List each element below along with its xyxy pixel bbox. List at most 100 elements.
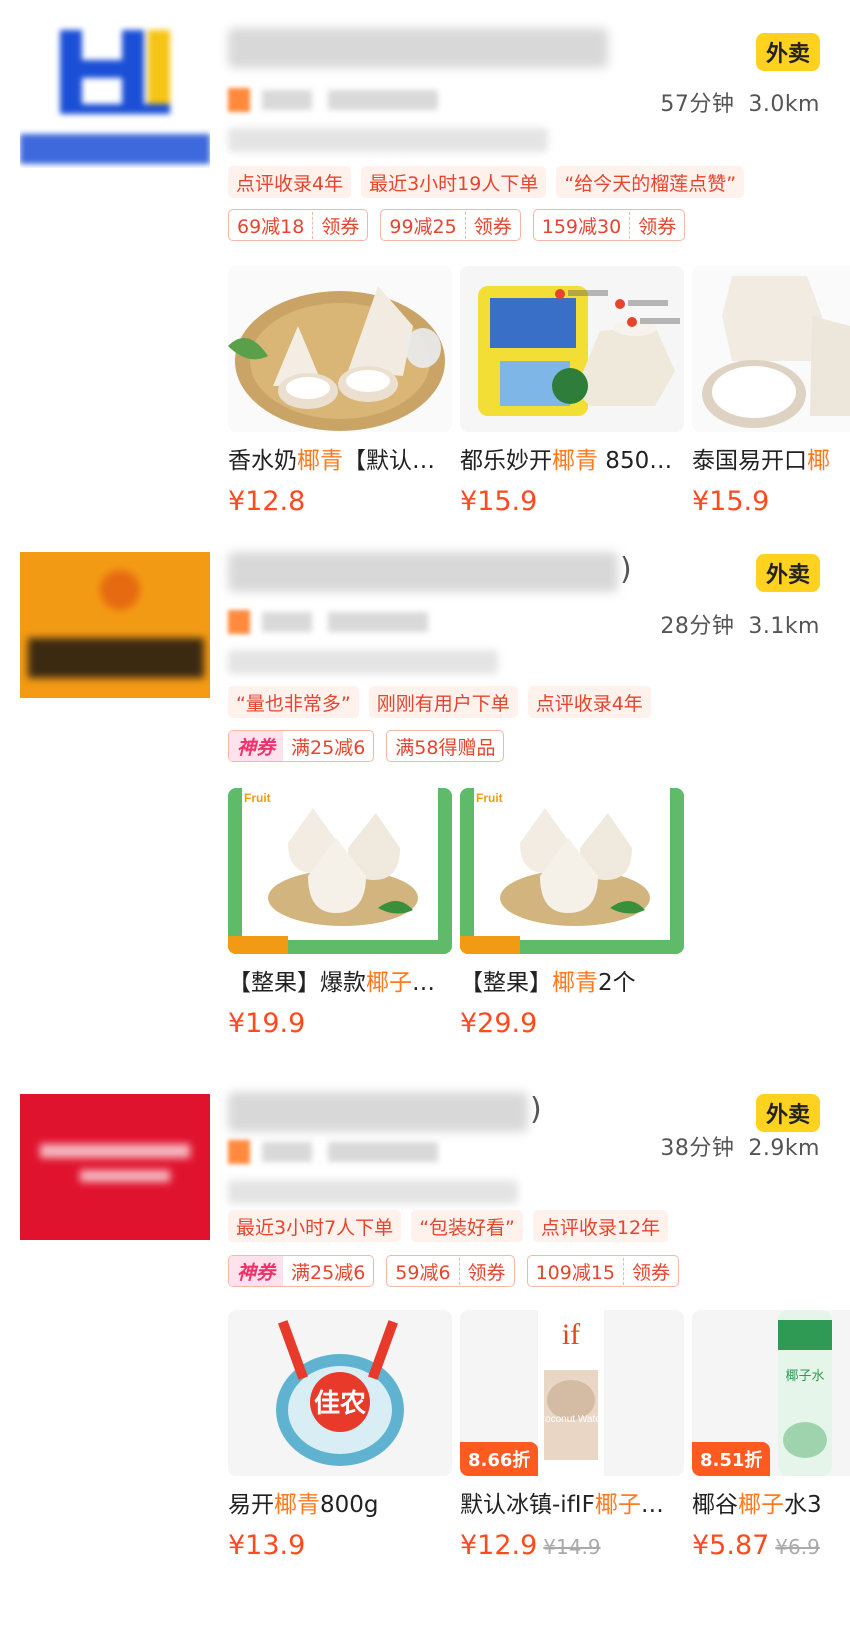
product-title: 都乐妙开椰青 850… bbox=[460, 448, 673, 474]
delivery-info: 38分钟 2.9km bbox=[660, 1130, 820, 1162]
coupon-text: 109减15 bbox=[535, 1261, 616, 1284]
product-title: 椰谷椰子水3 bbox=[692, 1492, 822, 1518]
original-price: ¥6.9 bbox=[775, 1535, 820, 1559]
takeout-badge: 外卖 bbox=[756, 554, 820, 592]
eta-time: 28分钟 bbox=[660, 614, 735, 639]
shop-logo[interactable] bbox=[20, 1094, 210, 1240]
coupon-text: 满58得赠品 bbox=[395, 736, 496, 759]
original-price: ¥14.9 bbox=[543, 1535, 601, 1559]
product-image bbox=[228, 266, 452, 432]
product-card[interactable]: Fruit 【整果】爆款椰子… ¥19.9 bbox=[228, 788, 452, 1039]
if-brand-text: if bbox=[562, 1318, 580, 1351]
shop-name-blurred[interactable] bbox=[228, 28, 608, 68]
distance: 2.9km bbox=[748, 1136, 820, 1161]
shop-card-3[interactable]: ) 外卖 38分钟 2.9km 最近3小时7人下单 “包装好看” 点评收录12年 … bbox=[0, 1080, 850, 1635]
product-price: ¥29.9 bbox=[460, 1008, 538, 1039]
keyword-highlight: 椰青 bbox=[274, 1492, 320, 1518]
yegu-label-text: 椰子水 bbox=[785, 1369, 824, 1384]
claim-coupon-label: 领券 bbox=[623, 1257, 678, 1285]
product-row: 香水奶椰青【默认… ¥12.8 都乐妙开椰青 850… ¥15.9 泰国易开口椰… bbox=[228, 266, 850, 536]
delivery-info: 28分钟 3.1km bbox=[660, 608, 820, 640]
rating-row-blurred bbox=[228, 86, 438, 114]
meta-row-blurred bbox=[228, 650, 498, 674]
product-title: 香水奶椰青【默认… bbox=[228, 448, 435, 474]
discount-badge: 8.66折 bbox=[460, 1442, 539, 1476]
product-image: 椰子水 8.51折 bbox=[692, 1310, 850, 1476]
claim-coupon-label: 领券 bbox=[629, 211, 684, 239]
shop-name-blurred[interactable] bbox=[228, 1092, 528, 1132]
coupon-button[interactable]: 109减15 领券 bbox=[526, 1255, 680, 1287]
delivery-info: 57分钟 3.0km bbox=[660, 86, 820, 118]
product-title: 【整果】爆款椰子… bbox=[228, 970, 435, 996]
product-price: ¥12.9 ¥14.9 bbox=[460, 1530, 684, 1561]
product-title: 易开椰青800g bbox=[228, 1492, 379, 1518]
product-row: Fruit 【整果】爆款椰子… ¥19.9 Fruit 【整果】椰青2个 ¥29… bbox=[228, 788, 850, 1058]
shop-name-tail: ) bbox=[530, 1092, 542, 1127]
tag: 点评收录4年 bbox=[527, 686, 651, 718]
eta-time: 57分钟 bbox=[660, 92, 735, 117]
tag: 最近3小时7人下单 bbox=[228, 1210, 402, 1242]
tag: “包装好看” bbox=[411, 1210, 523, 1242]
product-card[interactable]: 都乐妙开椰青 850… ¥15.9 bbox=[460, 266, 684, 517]
rating-row-blurred bbox=[228, 608, 428, 636]
shenquan-badge: 神券 bbox=[229, 731, 284, 761]
product-card[interactable]: 香水奶椰青【默认… ¥12.8 bbox=[228, 266, 452, 517]
shop-logo[interactable] bbox=[20, 552, 210, 698]
tag: “量也非常多” bbox=[228, 686, 359, 718]
fruit-brand-text: Fruit bbox=[244, 791, 271, 805]
gift-coupon[interactable]: 满58得赠品 bbox=[386, 730, 505, 762]
coupon-text: 159减30 bbox=[541, 215, 622, 238]
tag-list: 最近3小时7人下单 “包装好看” 点评收录12年 bbox=[228, 1210, 669, 1242]
product-price: ¥15.9 bbox=[692, 486, 770, 517]
shop-logo[interactable] bbox=[20, 22, 210, 168]
coupon-text: 满25减6 bbox=[291, 736, 366, 759]
coupon-text: 69减18 bbox=[237, 215, 305, 238]
rating-row-blurred bbox=[228, 1138, 438, 1166]
product-price: ¥5.87 ¥6.9 bbox=[692, 1530, 850, 1561]
keyword-highlight: 椰子 bbox=[594, 1492, 641, 1518]
coupon-list: 神券 满25减6 59减6 领券 109减15 领券 bbox=[228, 1255, 680, 1287]
product-card[interactable]: 佳农 易开椰青800g ¥13.9 bbox=[228, 1310, 452, 1561]
keyword-highlight: 椰子 bbox=[366, 970, 412, 996]
claim-coupon-label: 领券 bbox=[312, 211, 367, 239]
claim-coupon-label: 领券 bbox=[458, 1257, 514, 1285]
product-image: 佳农 bbox=[228, 1310, 452, 1476]
shenquan-coupon[interactable]: 神券 满25减6 bbox=[228, 1255, 375, 1287]
keyword-highlight: 椰青 bbox=[297, 448, 343, 474]
coupon-list: 神券 满25减6 满58得赠品 bbox=[228, 730, 505, 762]
shop-name-tail: ) bbox=[620, 552, 632, 587]
coupon-button[interactable]: 99减25 领券 bbox=[380, 209, 521, 241]
tag: “给今天的榴莲点赞” bbox=[556, 166, 745, 198]
keyword-highlight: 椰青 bbox=[552, 448, 598, 474]
meta-row-blurred bbox=[228, 128, 548, 152]
coupon-text: 99减25 bbox=[389, 215, 457, 238]
shop-card-1[interactable]: 外卖 57分钟 3.0km 点评收录4年 最近3小时19人下单 “给今天的榴莲点赞… bbox=[0, 0, 850, 520]
tag: 点评收录12年 bbox=[532, 1210, 669, 1242]
shenquan-badge: 神券 bbox=[229, 1256, 284, 1286]
coupon-button[interactable]: 69减18 领券 bbox=[228, 209, 369, 241]
coupon-button[interactable]: 59减6 领券 bbox=[386, 1255, 515, 1287]
coupon-button[interactable]: 159减30 领券 bbox=[532, 209, 686, 241]
product-card[interactable]: 泰国易开口椰 ¥15.9 bbox=[692, 266, 850, 517]
product-price: ¥19.9 bbox=[228, 1008, 306, 1039]
product-card[interactable]: Fruit 【整果】椰青2个 ¥29.9 bbox=[460, 788, 684, 1039]
shop-card-2[interactable]: ) 外卖 28分钟 3.1km “量也非常多” 刚刚有用户下单 点评收录4年 神券… bbox=[0, 540, 850, 1060]
tag: 最近3小时19人下单 bbox=[361, 166, 547, 198]
tag-list: “量也非常多” 刚刚有用户下单 点评收录4年 bbox=[228, 686, 651, 718]
product-image: Fruit bbox=[228, 788, 452, 954]
product-title: 【整果】椰青2个 bbox=[460, 970, 636, 996]
tag: 刚刚有用户下单 bbox=[368, 686, 518, 718]
product-card[interactable]: 椰子水 8.51折 椰谷椰子水3 ¥5.87 ¥6.9 bbox=[692, 1310, 850, 1561]
current-price: ¥12.9 bbox=[460, 1530, 538, 1561]
tag: 点评收录4年 bbox=[228, 166, 352, 198]
product-title: 默认冰镇-ifIF椰子… bbox=[460, 1492, 664, 1518]
coupon-list: 69减18 领券 99减25 领券 159减30 领券 bbox=[228, 209, 686, 241]
tag-list: 点评收录4年 最近3小时19人下单 “给今天的榴莲点赞” bbox=[228, 166, 745, 198]
product-card[interactable]: if Coconut Water 8.66折 默认冰镇-ifIF椰子… ¥12.… bbox=[460, 1310, 684, 1561]
product-title: 泰国易开口椰 bbox=[692, 448, 830, 474]
shop-name-blurred[interactable] bbox=[228, 552, 618, 592]
meta-row-blurred bbox=[228, 1180, 518, 1204]
product-price: ¥12.8 bbox=[228, 486, 306, 517]
shenquan-coupon[interactable]: 神券 满25减6 bbox=[228, 730, 375, 762]
product-price: ¥13.9 bbox=[228, 1530, 306, 1561]
